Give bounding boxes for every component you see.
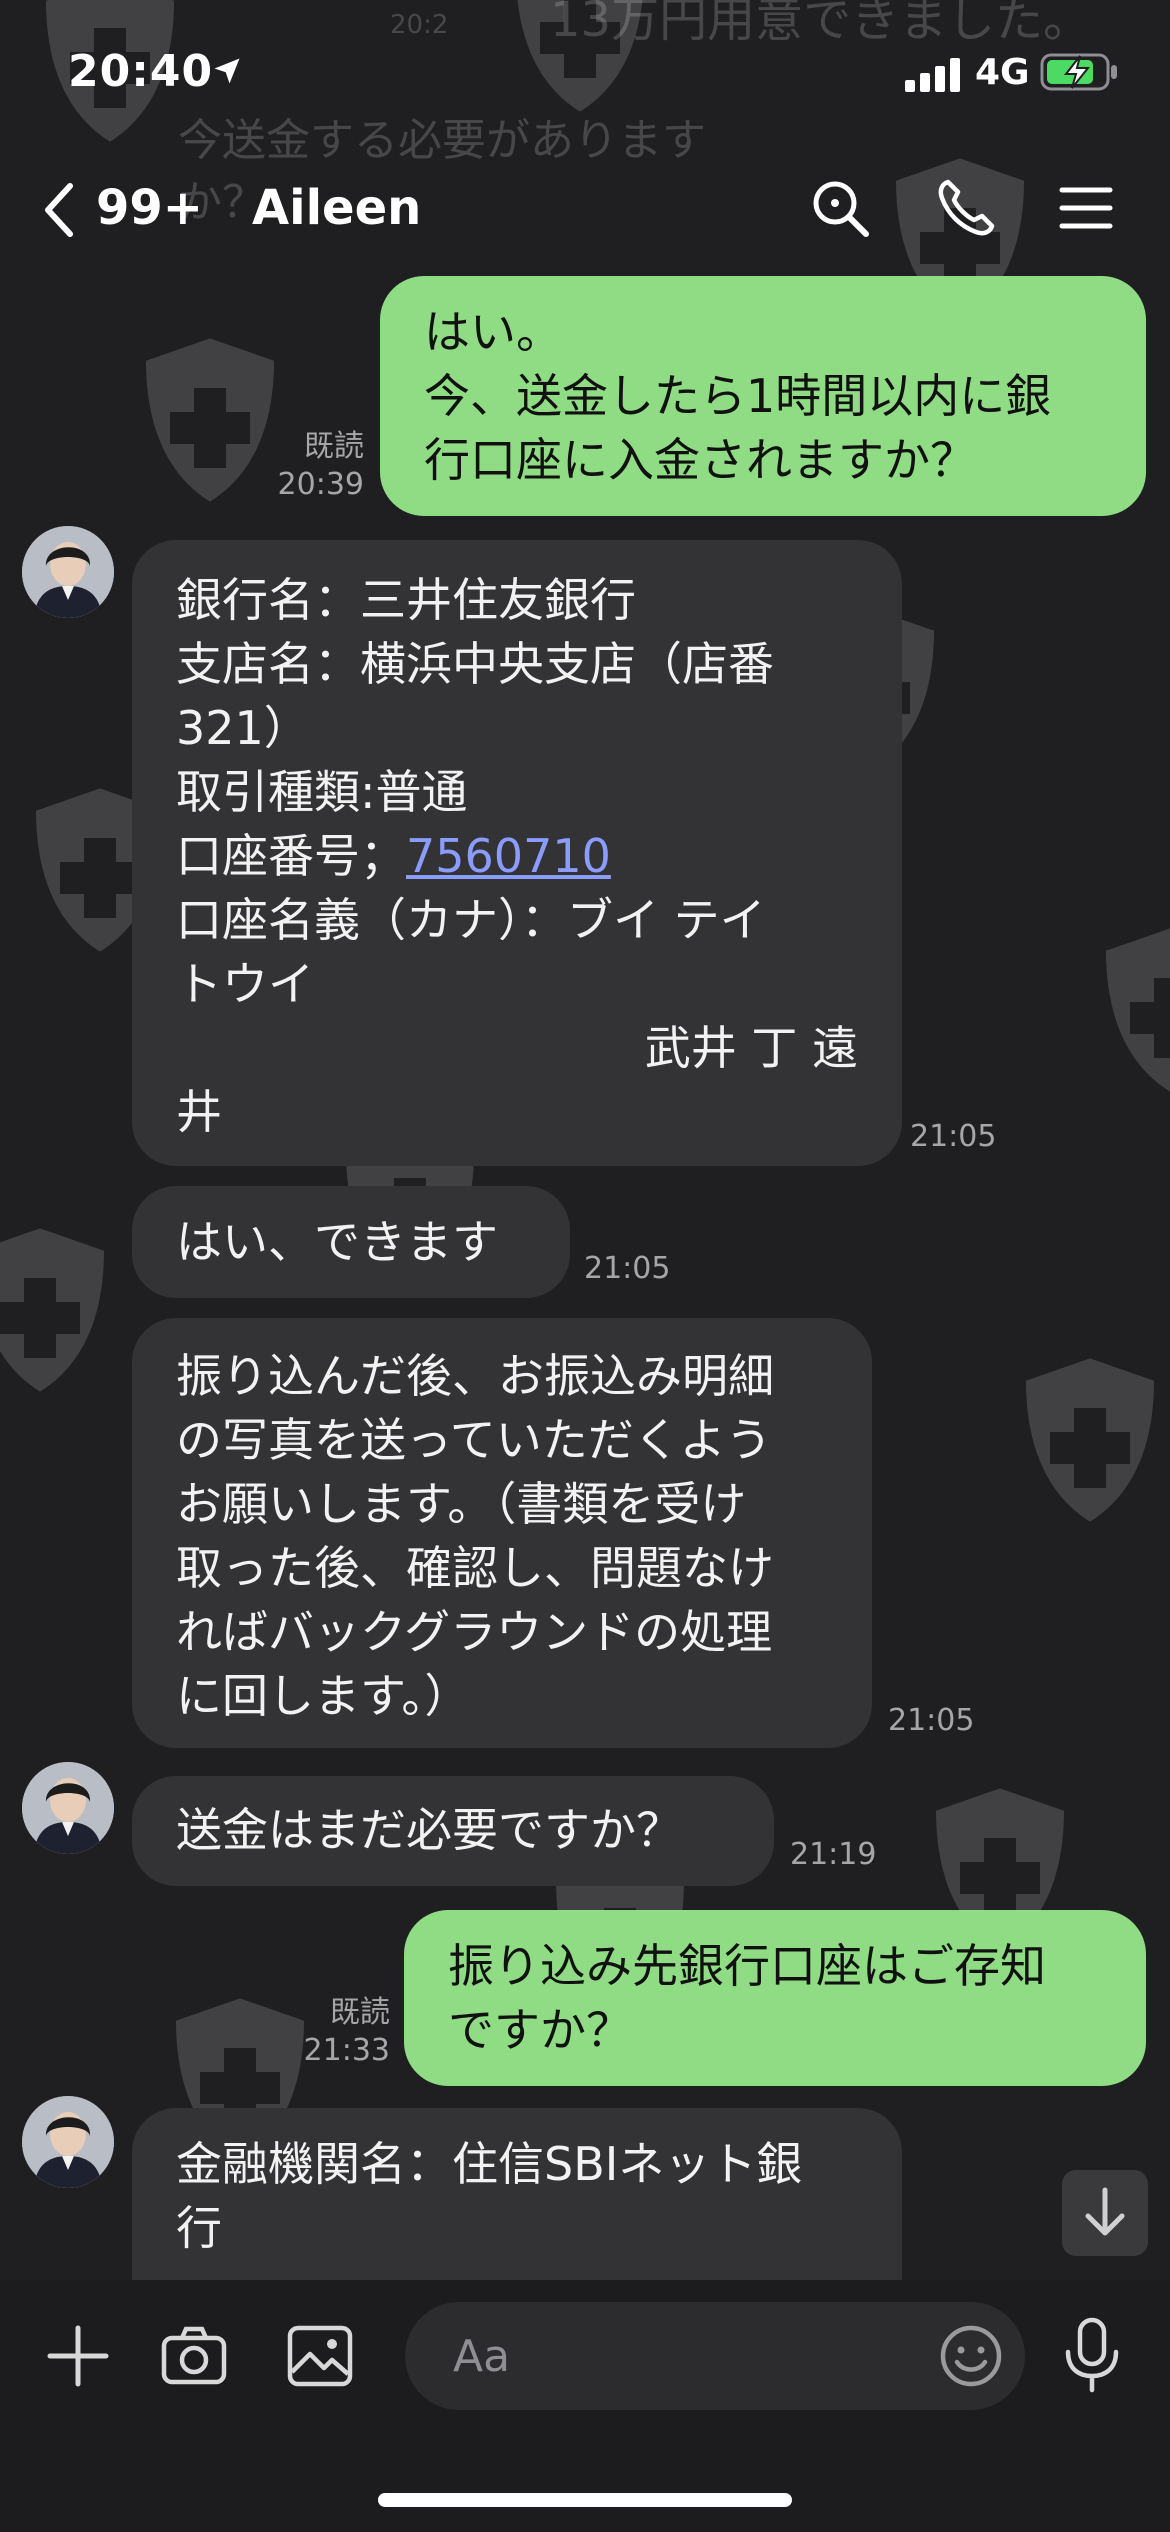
scroll-to-bottom-button[interactable] bbox=[1062, 2170, 1148, 2256]
message-line: 振り込んだ後、お振込み明細 bbox=[176, 1349, 774, 1403]
shield-watermark-icon bbox=[0, 1228, 104, 1392]
message-line: 支店名：横浜中央支店（店番 bbox=[176, 637, 774, 691]
message-line: に回します。） bbox=[176, 1669, 471, 1723]
message-line: 321） bbox=[176, 701, 310, 755]
battery-charging-icon bbox=[1040, 53, 1117, 91]
phone-icon[interactable] bbox=[934, 176, 998, 240]
message-input[interactable] bbox=[405, 2302, 1025, 2410]
message-line: トウイ bbox=[176, 957, 314, 1011]
message-time: 21:19 bbox=[790, 1837, 877, 1872]
outgoing-message[interactable]: 振り込み先銀行口座はご存知 ですか？ bbox=[404, 1910, 1146, 2086]
message-line: 振り込み先銀行口座はご存知 bbox=[448, 1939, 1046, 1993]
message-line: 取引種類:普通 bbox=[176, 765, 468, 819]
message-line: 井 bbox=[176, 1085, 222, 1139]
status-time: 20:40 bbox=[68, 46, 214, 97]
message-line: 行口座に入金されますか？ bbox=[424, 433, 976, 487]
message-line: はい。 bbox=[424, 305, 562, 359]
message-line: 金融機関名：住信SBIネット銀 bbox=[176, 2137, 803, 2191]
shield-watermark-icon bbox=[1026, 1358, 1154, 1522]
message-line: の写真を送っていただくよう bbox=[176, 1413, 772, 1467]
account-number-link[interactable]: 7560710 bbox=[406, 829, 611, 883]
outgoing-message[interactable]: はい。 今、送金したら1時間以内に銀 行口座に入金されますか？ bbox=[380, 276, 1146, 516]
incoming-message[interactable]: はい、できます bbox=[132, 1186, 570, 1298]
search-icon[interactable] bbox=[808, 176, 872, 240]
chat-title: Aileen bbox=[252, 180, 422, 236]
message-meta: 既読 20:39 bbox=[240, 428, 364, 504]
camera-icon[interactable] bbox=[158, 2320, 230, 2392]
message-line: 口座名義（カナ）：ブイ テイ bbox=[176, 893, 766, 947]
message-line: ればバックグラウンドの処理 bbox=[176, 1605, 773, 1659]
unread-count[interactable]: 99+ bbox=[96, 180, 203, 236]
avatar[interactable] bbox=[22, 1762, 114, 1854]
plus-icon[interactable] bbox=[42, 2320, 114, 2392]
avatar[interactable] bbox=[22, 2096, 114, 2188]
shield-watermark-icon bbox=[1106, 928, 1170, 1092]
read-receipt: 既読 bbox=[330, 1995, 390, 2030]
incoming-message[interactable]: 銀行名：三井住友銀行 支店名：横浜中央支店（店番 321） 取引種類:普通 口座… bbox=[132, 540, 902, 1166]
message-line: 取った後、確認し、問題なけ bbox=[176, 1541, 774, 1595]
incoming-message[interactable]: 振り込んだ後、お振込み明細 の写真を送っていただくよう お願いします。（書類を受… bbox=[132, 1318, 872, 1748]
message-meta: 既読 21:33 bbox=[266, 1994, 390, 2070]
message-time: 21:05 bbox=[910, 1119, 997, 1154]
network-label: 4G bbox=[975, 52, 1030, 93]
profile-photo-icon bbox=[22, 2096, 114, 2188]
chat-header: 99+ Aileen bbox=[0, 160, 1170, 260]
arrow-down-icon bbox=[1085, 2187, 1125, 2236]
message-time: 21:05 bbox=[888, 1703, 975, 1738]
avatar[interactable] bbox=[22, 526, 114, 618]
message-line: ですか？ bbox=[448, 2003, 632, 2057]
message-time: 21:33 bbox=[303, 2033, 390, 2068]
incoming-message[interactable]: 送金はまだ必要ですか？ bbox=[132, 1776, 774, 1886]
location-arrow-icon bbox=[214, 58, 240, 84]
message-line: 武井 丁 遠 bbox=[644, 1021, 858, 1075]
message-line: はい、できます bbox=[176, 1215, 498, 1269]
image-icon[interactable] bbox=[284, 2320, 356, 2392]
message-time: 21:05 bbox=[584, 1251, 671, 1286]
message-line: 行 bbox=[176, 2201, 222, 2255]
message-line: 送金はまだ必要ですか？ bbox=[176, 1803, 682, 1857]
read-receipt: 既読 bbox=[304, 429, 364, 464]
emoji-icon[interactable] bbox=[935, 2320, 1007, 2392]
message-line: 今、送金したら1時間以内に銀 bbox=[424, 369, 1052, 423]
status-bar: 20:40 4G bbox=[0, 0, 1170, 150]
signal-icon bbox=[905, 58, 960, 92]
menu-icon[interactable] bbox=[1054, 176, 1118, 240]
profile-photo-icon bbox=[22, 526, 114, 618]
profile-photo-icon bbox=[22, 1762, 114, 1854]
message-time: 20:39 bbox=[277, 467, 364, 502]
message-line: 口座番号；7560710 bbox=[176, 824, 858, 888]
back-chevron-icon[interactable] bbox=[38, 180, 78, 240]
microphone-icon[interactable] bbox=[1056, 2316, 1128, 2396]
message-line: 銀行名：三井住友銀行 bbox=[176, 573, 636, 627]
home-indicator[interactable] bbox=[378, 2493, 792, 2507]
account-label: 口座番号； bbox=[176, 829, 406, 883]
message-line: お願いします。（書類を受け bbox=[176, 1477, 747, 1531]
